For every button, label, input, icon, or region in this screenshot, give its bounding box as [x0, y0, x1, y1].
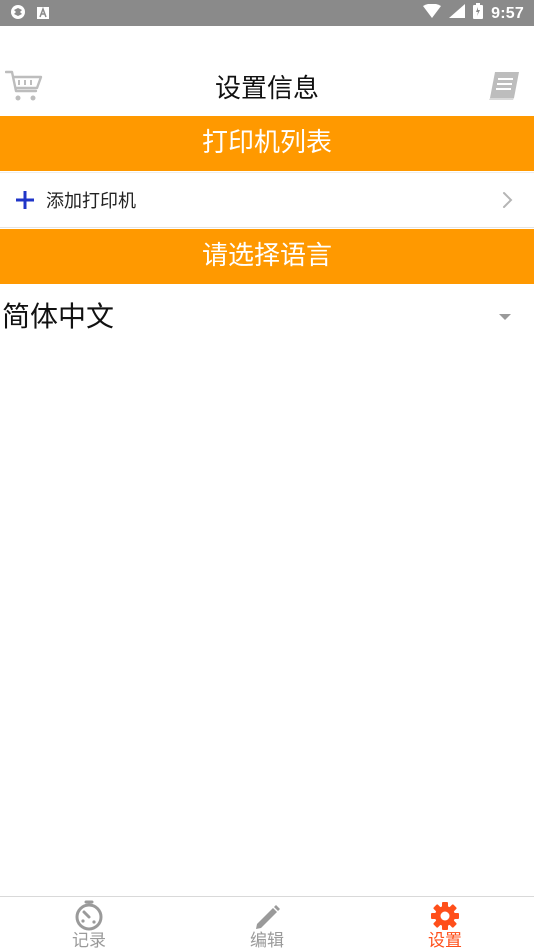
- add-printer-row[interactable]: 添加打印机: [0, 172, 534, 228]
- nav-label-records: 记录: [72, 931, 106, 951]
- nav-label-settings: 设置: [428, 931, 462, 951]
- settings-badge-icon: [10, 4, 26, 24]
- battery-icon: [473, 3, 484, 24]
- page-title: 设置信息: [214, 74, 319, 104]
- bottom-navigation: 记录 编辑 设置: [0, 896, 534, 950]
- status-left-icons: [10, 4, 50, 24]
- language-selected-value: 简体中文: [2, 300, 115, 333]
- status-time: 9:57: [491, 4, 524, 22]
- nav-item-edit[interactable]: 编辑: [178, 897, 356, 950]
- caret-down-icon: [498, 307, 512, 320]
- status-right-icons: 9:57: [423, 3, 524, 24]
- gear-icon: [429, 900, 461, 932]
- nav-item-settings[interactable]: 设置: [356, 897, 534, 950]
- signal-icon: [449, 4, 466, 23]
- language-select[interactable]: 简体中文: [0, 285, 534, 343]
- chevron-right-icon: [500, 191, 514, 209]
- plus-icon: [15, 190, 35, 210]
- language-header: 请选择语言: [0, 229, 534, 284]
- book-button[interactable]: [482, 66, 526, 110]
- nav-item-records[interactable]: 记录: [0, 897, 178, 950]
- app-notification-icon: [36, 5, 50, 24]
- add-printer-label: 添加打印机: [46, 191, 136, 212]
- wifi-icon: [423, 3, 442, 23]
- pencil-icon: [251, 900, 283, 932]
- timer-icon: [73, 900, 105, 932]
- book-icon: [487, 70, 521, 106]
- printer-list-header: 打印机列表: [0, 116, 534, 171]
- status-bar: 9:57: [0, 0, 534, 26]
- nav-label-edit: 编辑: [250, 931, 284, 951]
- app-header: 设置信息: [0, 26, 534, 115]
